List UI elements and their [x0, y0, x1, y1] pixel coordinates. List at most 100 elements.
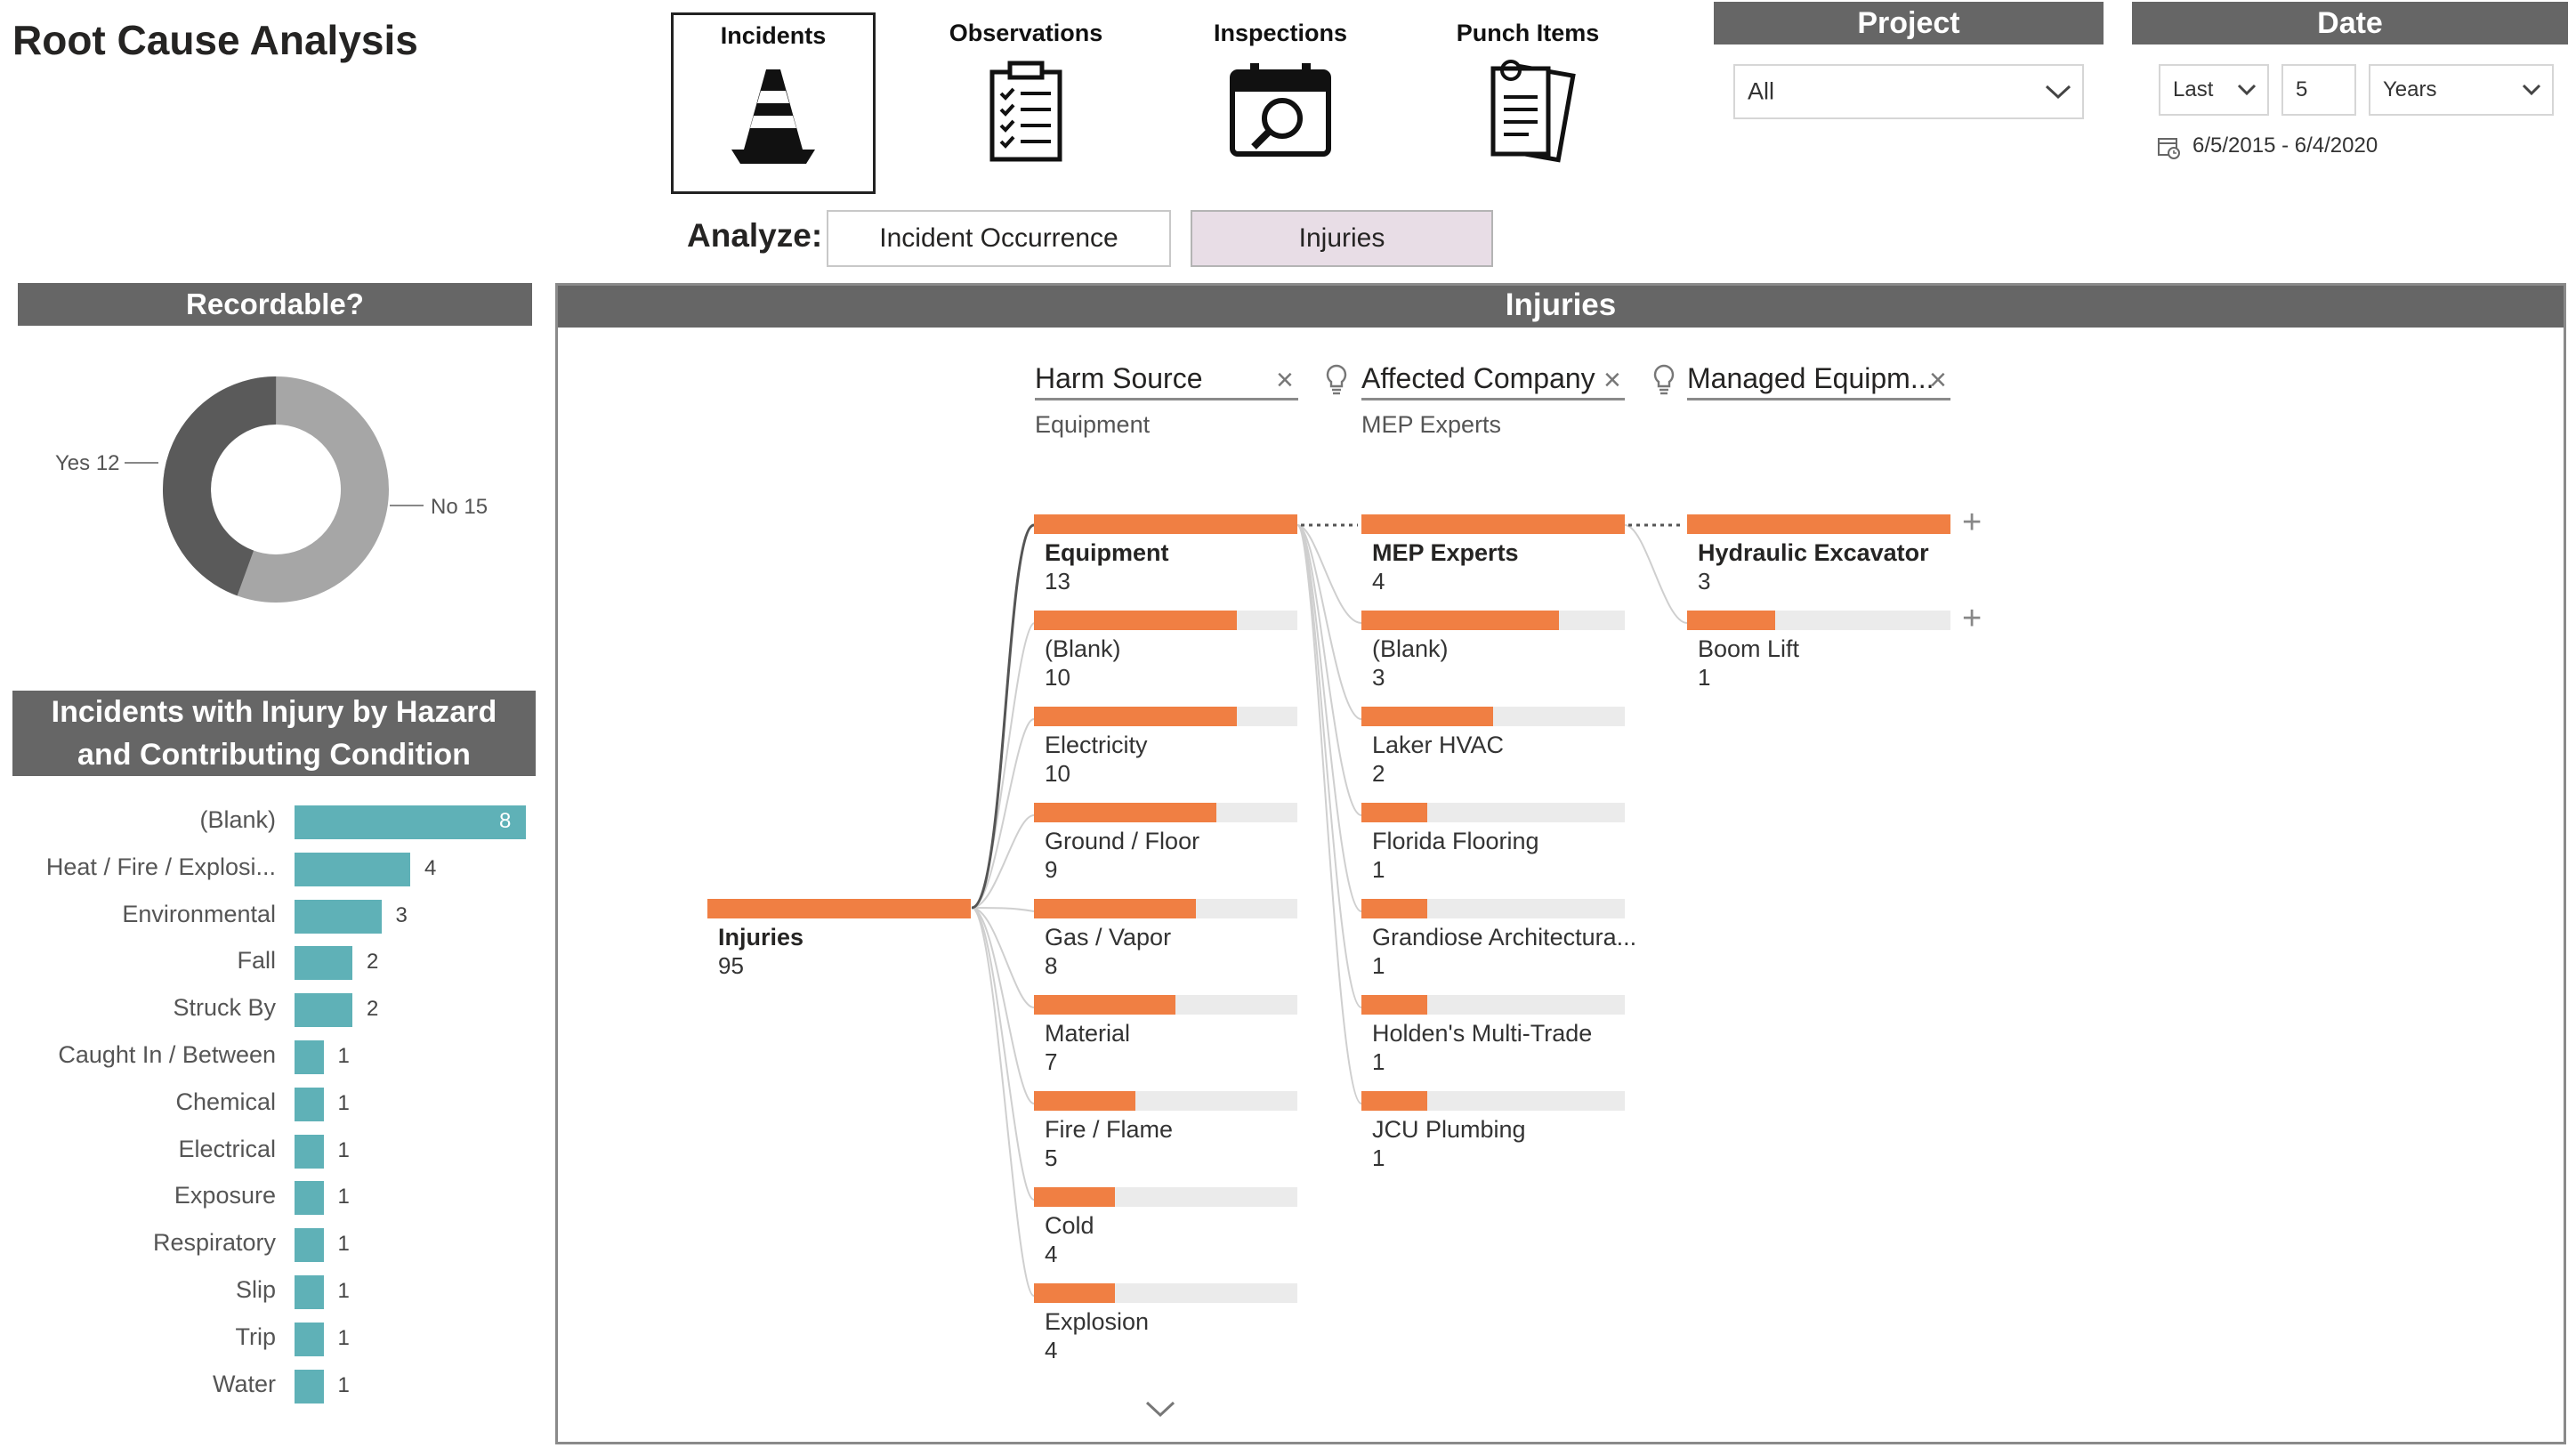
harm-source-node-bar[interactable]: [1034, 899, 1297, 918]
hazard-bar[interactable]: [295, 852, 410, 886]
harm-source-node-bar[interactable]: [1034, 707, 1297, 726]
close-icon[interactable]: ×: [1929, 365, 1947, 395]
analyze-injuries-button[interactable]: Injuries: [1191, 210, 1493, 267]
level-title-managed-equipment[interactable]: Managed Equipm...: [1687, 362, 1934, 395]
tile-observations[interactable]: Observations: [924, 12, 1128, 194]
affected-company-node-bar[interactable]: [1361, 514, 1625, 534]
harm-source-node-bar[interactable]: [1034, 995, 1297, 1015]
affected-company-node-bar[interactable]: [1361, 611, 1625, 630]
hazard-category-label: Environmental: [122, 900, 276, 927]
hazard-bar-value: 1: [337, 1090, 350, 1115]
affected-company-node-bar[interactable]: [1361, 803, 1625, 822]
chevron-down-icon: [2522, 84, 2541, 96]
root-node-value: 95: [718, 952, 744, 979]
harm-source-node-fill: [1034, 707, 1237, 726]
hazard-category-label: Caught In / Between: [58, 1041, 276, 1068]
harm-source-node-bar[interactable]: [1034, 1283, 1297, 1303]
traffic-cone-icon: [731, 69, 815, 164]
affected-company-node-bar[interactable]: [1361, 899, 1625, 918]
managed-equipment-node-fill: [1687, 611, 1775, 630]
tile-punch-items[interactable]: Punch Items: [1425, 12, 1630, 194]
harm-source-node-value: 13: [1045, 568, 1070, 595]
level-title-affected-company[interactable]: Affected Company: [1361, 362, 1595, 395]
affected-company-node-value: 1: [1372, 1145, 1385, 1171]
expand-plus-icon[interactable]: +: [1962, 602, 1982, 635]
affected-company-node-fill: [1361, 1091, 1427, 1111]
hazard-bar[interactable]: [295, 1228, 324, 1263]
harm-source-node-bar[interactable]: [1034, 611, 1297, 630]
harm-source-node-name: Ground / Floor: [1045, 828, 1200, 854]
harm-source-node-name: Gas / Vapor: [1045, 924, 1172, 951]
hazard-category-label: Trip: [235, 1323, 277, 1350]
affected-company-node-bar[interactable]: [1361, 707, 1625, 726]
close-icon[interactable]: ×: [1276, 365, 1294, 395]
managed-equipment-node-fill: [1687, 514, 1950, 534]
hazard-bar-value: 1: [337, 1279, 350, 1303]
level-underline: [1361, 398, 1625, 400]
date-unit-value: Years: [2383, 77, 2437, 101]
harm-source-node-value: 8: [1045, 952, 1058, 979]
harm-source-node-name: Material: [1045, 1020, 1131, 1047]
harm-source-node-bar[interactable]: [1034, 803, 1297, 822]
managed-equipment-node-bar[interactable]: [1687, 514, 1950, 534]
hazard-bar-value: 1: [337, 1185, 350, 1209]
harm-source-node-value: 7: [1045, 1048, 1058, 1075]
hazard-bar[interactable]: [295, 1369, 324, 1404]
hazard-category-label: Fall: [237, 947, 276, 975]
hazard-bar[interactable]: [295, 899, 382, 934]
affected-company-node-name: (Blank): [1372, 635, 1449, 662]
affected-company-node-value: 1: [1372, 952, 1385, 979]
tile-incidents-label: Incidents: [720, 22, 827, 49]
affected-company-node-name: MEP Experts: [1372, 539, 1519, 566]
harm-source-node-fill: [1034, 1187, 1116, 1207]
hazard-bar-value: 3: [395, 902, 408, 927]
date-relative-dropdown[interactable]: Last: [2159, 64, 2269, 116]
harm-source-node-fill: [1034, 514, 1297, 534]
tile-observations-label: Observations: [949, 20, 1103, 46]
analyze-incident-occurrence-button[interactable]: Incident Occurrence: [827, 210, 1171, 267]
hazard-bar[interactable]: [295, 1275, 324, 1309]
chevron-down-icon: [2045, 85, 2071, 100]
affected-company-node-bar[interactable]: [1361, 1091, 1625, 1111]
affected-company-node-value: 1: [1372, 1048, 1385, 1075]
project-dropdown[interactable]: All: [1733, 64, 2084, 119]
injuries-decomposition-tree: [555, 283, 2566, 1444]
root-node-bar[interactable]: [707, 899, 971, 918]
project-header: Project: [1714, 2, 2104, 44]
hazard-bar[interactable]: [295, 1181, 324, 1216]
hazard-bar[interactable]: [295, 1322, 324, 1356]
date-range-text: 6/5/2015 - 6/4/2020: [2192, 133, 2378, 158]
documents-pin-icon: [1490, 60, 1576, 163]
affected-company-node-value: 2: [1372, 760, 1385, 787]
date-unit-dropdown[interactable]: Years: [2369, 64, 2554, 116]
harm-source-node-bar[interactable]: [1034, 1091, 1297, 1111]
level-title-harm-source[interactable]: Harm Source: [1035, 362, 1203, 395]
hazard-bar-value: 1: [337, 1325, 350, 1350]
tile-incidents[interactable]: Incidents: [671, 12, 876, 194]
harm-source-node-value: 10: [1045, 664, 1070, 691]
hazard-bar[interactable]: [295, 1087, 324, 1121]
scroll-down-chevron-icon[interactable]: [1144, 1399, 1176, 1419]
harm-source-node-bar[interactable]: [1034, 514, 1297, 534]
hazard-bar-value: 2: [367, 997, 379, 1022]
managed-equipment-node-bar[interactable]: [1687, 611, 1950, 630]
hazard-bar-value: 1: [337, 1044, 350, 1068]
hazard-bar[interactable]: [295, 805, 526, 839]
donut-label-yes: Yes 12: [55, 451, 120, 475]
expand-plus-icon[interactable]: +: [1962, 506, 1982, 539]
date-count-input[interactable]: 5: [2281, 64, 2356, 116]
level-subtitle-affected-company: MEP Experts: [1361, 411, 1502, 438]
hazard-bar[interactable]: [295, 1134, 324, 1169]
hazard-bar[interactable]: [295, 946, 352, 981]
date-relative-value: Last: [2173, 77, 2214, 101]
tile-inspections[interactable]: Inspections: [1178, 12, 1383, 194]
close-icon[interactable]: ×: [1603, 365, 1621, 395]
managed-equipment-node-value: 3: [1698, 568, 1711, 595]
hazard-category-label: Respiratory: [152, 1229, 276, 1257]
affected-company-node-bar[interactable]: [1361, 995, 1625, 1015]
harm-source-node-bar[interactable]: [1034, 1187, 1297, 1207]
hazard-bar[interactable]: [295, 993, 352, 1028]
hazard-category-label: Water: [212, 1370, 276, 1397]
hazard-bar-value: 4: [424, 855, 437, 880]
hazard-bar[interactable]: [295, 1040, 324, 1074]
